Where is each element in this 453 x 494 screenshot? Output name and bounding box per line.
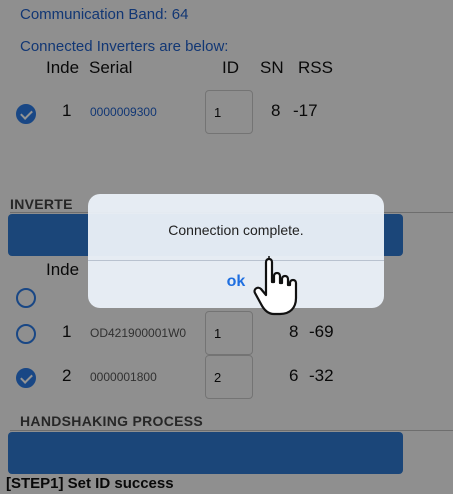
- hand-pointer-icon: [253, 256, 298, 316]
- ok-button[interactable]: ok: [88, 260, 384, 308]
- dialog-message: Connection complete.: [168, 222, 304, 238]
- connection-dialog: Connection complete. ok: [88, 194, 384, 308]
